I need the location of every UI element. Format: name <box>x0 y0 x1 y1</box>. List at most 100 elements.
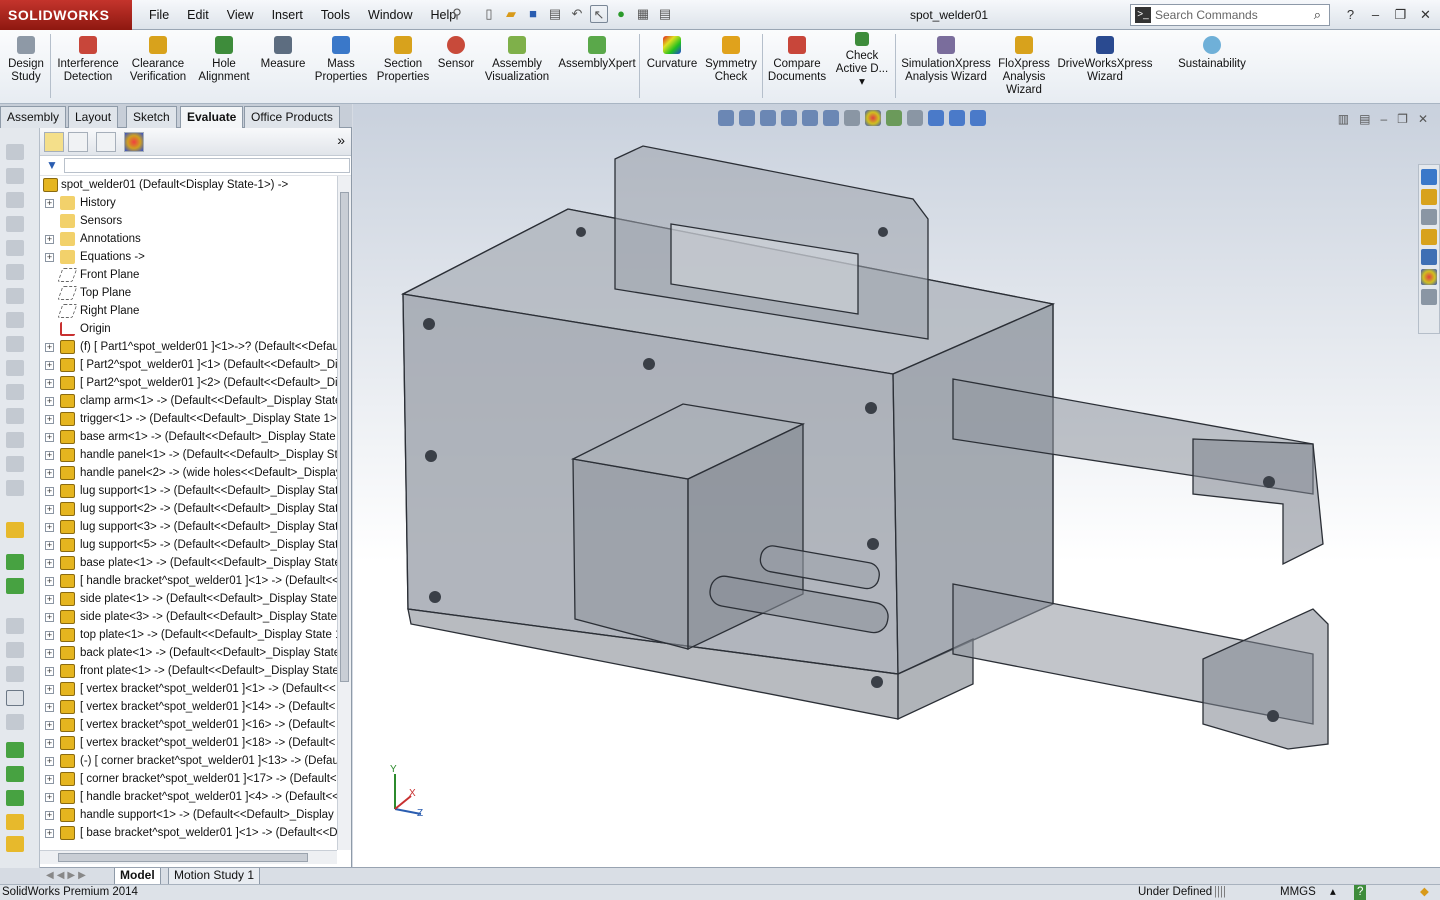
filter-icon[interactable] <box>6 666 24 682</box>
menu-insert[interactable]: Insert <box>263 0 312 30</box>
minimize-icon[interactable]: – <box>1363 0 1388 30</box>
interference-detection-button[interactable]: Interference Detection <box>56 36 120 84</box>
filter-input[interactable] <box>64 158 350 173</box>
rebuild-icon[interactable]: ● <box>612 5 630 23</box>
tree-item[interactable]: + clamp arm<1> -> (Default<<Default>_Disp… <box>40 392 341 410</box>
expand-icon[interactable]: + <box>45 505 54 514</box>
scroll-thumb[interactable] <box>58 853 308 862</box>
tree-item[interactable]: + (f) [ Part1^spot_welder01 ]<1>->? (Defa… <box>40 338 340 356</box>
tab-motion-study-1[interactable]: Motion Study 1 <box>168 868 261 885</box>
menu-view[interactable]: View <box>218 0 263 30</box>
tree-item[interactable]: + [ vertex bracket^spot_welder01 ]<14> ->… <box>40 698 340 716</box>
tree-item[interactable]: + top plate<1> -> (Default<<Default>_Disp… <box>40 626 341 644</box>
section-properties-button[interactable]: Section Properties <box>374 36 432 84</box>
tree-item[interactable]: Right Plane <box>40 302 340 320</box>
appearances-icon[interactable] <box>1421 269 1437 285</box>
expand-icon[interactable]: + <box>45 487 54 496</box>
assembly-visualization-button[interactable]: Assembly Visualization <box>480 36 554 84</box>
tree-item[interactable]: + handle panel<2> -> (wide holes<<Default… <box>40 464 342 482</box>
filter-tool-icon[interactable] <box>6 814 24 830</box>
search-commands-input[interactable]: >_ Search Commands ⌕ <box>1130 4 1330 26</box>
expand-icon[interactable]: + <box>45 253 54 262</box>
tree-item[interactable]: Top Plane <box>40 284 340 302</box>
expand-icon[interactable]: + <box>45 667 54 676</box>
tree-item[interactable]: + trigger<1> -> (Default<<Default>_Displa… <box>40 410 340 428</box>
clearance-verification-button[interactable]: Clearance Verification <box>126 36 190 84</box>
search-icon[interactable]: ⌕ <box>1314 5 1321 25</box>
expand-icon[interactable]: + <box>45 523 54 532</box>
open-icon[interactable]: ▰ <box>502 5 520 23</box>
tool-icon[interactable] <box>6 144 24 160</box>
expand-icon[interactable]: + <box>45 613 54 622</box>
design-study-button[interactable]: Design Study <box>4 36 48 84</box>
display-manager-icon[interactable] <box>124 132 144 152</box>
tool-icon[interactable] <box>6 384 24 400</box>
tree-item[interactable]: + [ base bracket^spot_welder01 ]<1> -> (D… <box>40 824 340 842</box>
tool-icon[interactable] <box>6 288 24 304</box>
tool-icon[interactable] <box>6 192 24 208</box>
sketch-tool-icon[interactable] <box>6 554 24 570</box>
tool-icon[interactable] <box>6 240 24 256</box>
filter-vertices-icon[interactable] <box>6 790 24 806</box>
tree-item[interactable]: + lug support<1> -> (Default<<Default>_Di… <box>40 482 340 500</box>
assemblyxpert-button[interactable]: AssemblyXpert <box>558 36 636 71</box>
save-icon[interactable]: ■ <box>524 5 542 23</box>
expand-icon[interactable]: + <box>45 811 54 820</box>
feature-manager-icon[interactable] <box>44 132 64 152</box>
sensor-button[interactable]: Sensor <box>434 36 478 71</box>
expand-icon[interactable]: + <box>45 703 54 712</box>
select-tool-icon[interactable] <box>6 690 24 706</box>
spline-icon[interactable] <box>6 578 24 594</box>
tree-item[interactable]: + [ vertex bracket^spot_welder01 ]<18> ->… <box>40 734 340 752</box>
hole-alignment-button[interactable]: Hole Alignment <box>194 36 254 84</box>
tab-office-products[interactable]: Office Products <box>244 106 340 128</box>
undo-icon[interactable]: ↶ <box>568 5 586 23</box>
tool-icon[interactable] <box>6 408 24 424</box>
status-units[interactable]: MMGS <box>1280 885 1316 900</box>
tool-icon[interactable] <box>6 456 24 472</box>
help-icon[interactable]: ? <box>1338 0 1363 30</box>
expand-icon[interactable]: + <box>45 775 54 784</box>
scroll-thumb[interactable] <box>340 192 349 682</box>
expand-icon[interactable]: + <box>45 631 54 640</box>
tool-icon[interactable] <box>6 714 24 730</box>
tree-item[interactable]: + side plate<1> -> (Default<<Default>_Dis… <box>40 590 340 608</box>
simulationxpress-button[interactable]: SimulationXpress Analysis Wizard <box>900 36 992 84</box>
tree-item[interactable]: + [ handle bracket^spot_welder01 ]<4> -> … <box>40 788 340 806</box>
menu-edit[interactable]: Edit <box>178 0 218 30</box>
tool-icon[interactable] <box>6 336 24 352</box>
expand-icon[interactable]: + <box>45 343 54 352</box>
mass-properties-button[interactable]: Mass Properties <box>312 36 370 84</box>
configuration-manager-icon[interactable] <box>96 132 116 152</box>
spot-welder-model[interactable]: Y X Z <box>353 104 1440 867</box>
expand-icon[interactable]: + <box>45 541 54 550</box>
check-active-document-button[interactable]: Check Active D... ▾ <box>832 32 892 89</box>
expand-icon[interactable]: + <box>45 199 54 208</box>
print-icon[interactable]: ▤ <box>546 5 564 23</box>
tree-item[interactable]: + History <box>40 194 340 212</box>
tab-navigation-icons[interactable]: ◀◀▶▶ <box>46 870 89 881</box>
tree-item[interactable]: + [ vertex bracket^spot_welder01 ]<1> -> … <box>40 680 340 698</box>
chevron-right-icon[interactable]: » <box>337 132 345 148</box>
file-properties-icon[interactable]: ▦ <box>634 5 652 23</box>
tree-item[interactable]: + Annotations <box>40 230 340 248</box>
tree-item[interactable]: + [ Part2^spot_welder01 ]<2> (Default<<De… <box>40 374 340 392</box>
filter-edges-icon[interactable] <box>6 742 24 758</box>
options-icon[interactable]: ▤ <box>656 5 674 23</box>
tree-item[interactable]: + handle panel<1> -> (Default<<Default>_D… <box>40 446 344 464</box>
tab-assembly[interactable]: Assembly <box>0 106 67 128</box>
close-icon[interactable]: ✕ <box>1413 0 1438 30</box>
tree-item[interactable]: + [ Part2^spot_welder01 ]<1> (Default<<De… <box>40 356 340 374</box>
tree-item[interactable]: + back plate<1> -> (Default<<Default>_Dis… <box>40 644 340 662</box>
property-manager-icon[interactable] <box>68 132 88 152</box>
resources-icon[interactable] <box>1421 169 1437 185</box>
expand-icon[interactable]: + <box>45 685 54 694</box>
tree-item[interactable]: + (-) [ corner bracket^spot_welder01 ]<13… <box>40 752 340 770</box>
tree-item[interactable]: + handle support<1> -> (Default<<Default>… <box>40 806 345 824</box>
view-palette-icon[interactable] <box>1421 249 1437 265</box>
driveworksxpress-button[interactable]: DriveWorksXpress Wizard <box>1056 36 1154 84</box>
tool-icon[interactable] <box>6 216 24 232</box>
tree-item[interactable]: + front plate<1> -> (Default<<Default>_Di… <box>40 662 340 680</box>
filter-icon[interactable] <box>6 618 24 634</box>
expand-icon[interactable]: + <box>45 433 54 442</box>
